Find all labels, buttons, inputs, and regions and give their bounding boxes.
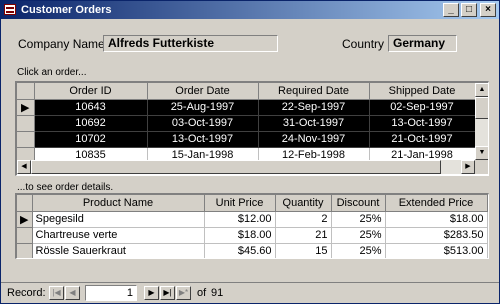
country-label: Country xyxy=(342,37,385,51)
extended-price-cell[interactable]: $18.00 xyxy=(385,211,488,228)
record-selector[interactable] xyxy=(17,115,35,132)
quantity-cell[interactable]: 15 xyxy=(275,243,332,258)
shipped-date-cell[interactable]: 21-Oct-1997 xyxy=(369,131,476,148)
column-header-shipped-date[interactable]: Shipped Date xyxy=(369,83,476,100)
unit-price-cell[interactable]: $12.00 xyxy=(204,211,276,228)
company-name-label: Company Name xyxy=(18,37,105,51)
detail-row[interactable]: Chartreuse verte $18.00 21 25% $283.50 xyxy=(17,227,488,244)
close-button[interactable]: × xyxy=(480,3,496,17)
quantity-cell[interactable]: 21 xyxy=(275,227,332,244)
required-date-cell[interactable]: 24-Nov-1997 xyxy=(258,131,370,148)
extended-price-cell[interactable]: $283.50 xyxy=(385,227,488,244)
order-date-cell[interactable]: 25-Aug-1997 xyxy=(147,99,259,116)
record-selector[interactable] xyxy=(17,131,35,148)
current-record-icon: ▶ xyxy=(21,101,30,114)
discount-cell[interactable]: 25% xyxy=(331,211,386,228)
total-records: 91 xyxy=(211,287,224,299)
required-date-cell[interactable]: 31-Oct-1997 xyxy=(258,115,370,132)
column-header-order-id[interactable]: Order ID xyxy=(34,83,148,100)
quantity-cell[interactable]: 2 xyxy=(275,211,332,228)
column-header-discount[interactable]: Discount xyxy=(331,195,386,212)
order-details-grid: Product Name Unit Price Quantity Discoun… xyxy=(15,193,489,259)
orders-horizontal-thumb[interactable] xyxy=(31,160,441,174)
shipped-date-cell[interactable]: 02-Sep-1997 xyxy=(369,99,476,116)
scrollbar-corner xyxy=(475,160,488,174)
product-name-cell[interactable]: Chartreuse verte xyxy=(32,227,205,244)
company-name-field[interactable]: Alfreds Futterkiste xyxy=(103,35,278,52)
record-selector[interactable] xyxy=(17,227,33,244)
minimize-button[interactable]: _ xyxy=(443,3,459,17)
orders-table: Order ID Order Date Required Date Shippe… xyxy=(17,83,476,164)
order-row[interactable]: 10692 03-Oct-1997 31-Oct-1997 13-Oct-199… xyxy=(17,115,476,132)
maximize-button[interactable]: □ xyxy=(461,3,477,17)
record-selector[interactable]: ▶ xyxy=(17,211,33,228)
column-header-product-name[interactable]: Product Name xyxy=(32,195,205,212)
product-name-cell[interactable]: Rössle Sauerkraut xyxy=(32,243,205,258)
order-row[interactable]: 10702 13-Oct-1997 24-Nov-1997 21-Oct-199… xyxy=(17,131,476,148)
previous-record-icon[interactable]: ◀ xyxy=(65,286,80,300)
discount-cell[interactable]: 25% xyxy=(331,227,386,244)
unit-price-cell[interactable]: $45.60 xyxy=(204,243,276,258)
orders-vertical-scrollbar[interactable]: ▲ ▼ xyxy=(475,83,488,160)
orders-hint: Click an order... xyxy=(17,67,87,78)
orders-corner-cell[interactable] xyxy=(17,83,35,100)
column-header-extended-price[interactable]: Extended Price xyxy=(385,195,488,212)
details-corner-cell[interactable] xyxy=(17,195,33,212)
of-label: of xyxy=(197,287,207,299)
record-selector[interactable]: ▶ xyxy=(17,99,35,116)
order-id-cell[interactable]: 10692 xyxy=(34,115,148,132)
discount-cell[interactable]: 25% xyxy=(331,243,386,258)
scroll-right-arrow-icon[interactable]: ▶ xyxy=(461,160,475,174)
orders-vertical-thumb[interactable] xyxy=(475,97,488,119)
order-date-cell[interactable]: 13-Oct-1997 xyxy=(147,131,259,148)
order-row[interactable]: ▶ 10643 25-Aug-1997 22-Sep-1997 02-Sep-1… xyxy=(17,99,476,116)
order-date-cell[interactable]: 03-Oct-1997 xyxy=(147,115,259,132)
orders-grid: Order ID Order Date Required Date Shippe… xyxy=(15,81,489,176)
order-id-cell[interactable]: 10702 xyxy=(34,131,148,148)
detail-row[interactable]: ▶ Spegesild $12.00 2 25% $18.00 xyxy=(17,211,488,228)
unit-price-cell[interactable]: $18.00 xyxy=(204,227,276,244)
last-record-icon[interactable]: ▶| xyxy=(160,286,175,300)
orders-horizontal-scrollbar[interactable]: ◀ ▶ xyxy=(17,160,475,174)
scroll-down-arrow-icon[interactable]: ▼ xyxy=(475,146,488,160)
extended-price-cell[interactable]: $513.00 xyxy=(385,243,488,258)
order-id-cell[interactable]: 10643 xyxy=(34,99,148,116)
new-record-icon[interactable]: ▶* xyxy=(176,286,191,300)
column-header-quantity[interactable]: Quantity xyxy=(275,195,332,212)
country-field[interactable]: Germany xyxy=(388,35,457,52)
current-record-input[interactable]: 1 xyxy=(85,285,137,301)
customer-orders-window: Customer Orders _ □ × Company Name Alfre… xyxy=(0,0,500,304)
column-header-unit-price[interactable]: Unit Price xyxy=(204,195,276,212)
product-name-cell[interactable]: Spegesild xyxy=(32,211,205,228)
scroll-left-arrow-icon[interactable]: ◀ xyxy=(17,160,31,174)
record-selector[interactable] xyxy=(17,243,33,258)
details-hint: ...to see order details. xyxy=(17,182,114,193)
title-bar: Customer Orders _ □ × xyxy=(1,1,499,19)
order-details-table: Product Name Unit Price Quantity Discoun… xyxy=(17,195,488,258)
record-label: Record: xyxy=(7,287,46,299)
scroll-up-arrow-icon[interactable]: ▲ xyxy=(475,83,488,97)
shipped-date-cell[interactable]: 13-Oct-1997 xyxy=(369,115,476,132)
form-icon xyxy=(4,4,16,15)
current-record-icon: ▶ xyxy=(20,213,29,226)
column-header-required-date[interactable]: Required Date xyxy=(258,83,370,100)
column-header-order-date[interactable]: Order Date xyxy=(147,83,259,100)
navigation-divider xyxy=(1,282,499,283)
first-record-icon[interactable]: |◀ xyxy=(49,286,64,300)
next-record-icon[interactable]: ▶ xyxy=(144,286,159,300)
detail-row[interactable]: Rössle Sauerkraut $45.60 15 25% $513.00 xyxy=(17,243,488,258)
required-date-cell[interactable]: 22-Sep-1997 xyxy=(258,99,370,116)
window-title: Customer Orders xyxy=(21,4,112,16)
